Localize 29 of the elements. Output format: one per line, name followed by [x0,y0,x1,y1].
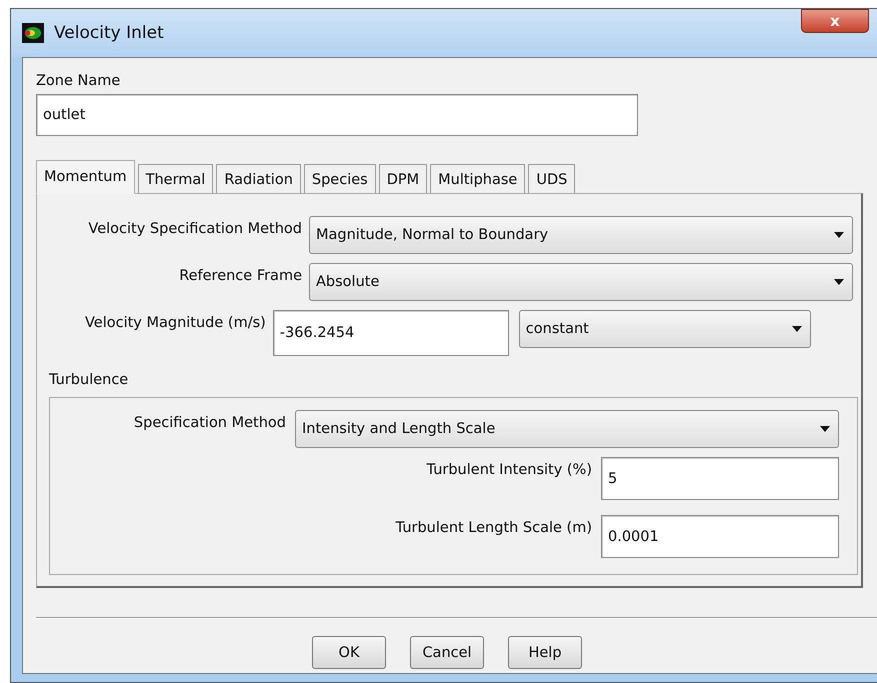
field-label: Reference Frame [179,268,302,284]
field-label: Velocity Magnitude (m/s) [85,315,266,331]
field-label: Velocity Specification Method [88,221,302,237]
dropdown[interactable]: Magnitude, Normal to Boundary [309,216,853,254]
dialog-button[interactable]: Cancel [410,636,484,669]
dialog-button[interactable]: Help [508,636,582,669]
tab[interactable]: Momentum [36,160,135,194]
field-label: Turbulent Length Scale (m) [396,520,592,536]
tab[interactable]: UDS [528,164,576,193]
tab[interactable]: Multiphase [430,164,526,193]
tab[interactable]: DPM [378,164,428,193]
group-title: Turbulence [49,371,130,389]
velocity-input[interactable]: -366.2454 [272,310,509,356]
zone-name-field[interactable]: outlet [36,94,638,136]
app-icon [22,23,44,43]
close-button[interactable]: x [801,9,869,33]
field-label: Specification Method [134,415,286,431]
dropdown[interactable]: Absolute [309,263,853,301]
tab[interactable]: Thermal [138,164,214,193]
dialog-button[interactable]: OK [312,636,386,669]
tab[interactable]: Species [304,164,376,193]
number-input[interactable]: 5 [601,457,839,500]
zone-name-label: Zone Name [36,72,120,90]
tab[interactable]: Radiation [216,164,301,193]
dropdown[interactable]: Intensity and Length Scale [295,410,839,448]
dropdown[interactable]: constant [518,310,811,348]
window-title: Velocity Inlet [54,23,164,43]
number-input[interactable]: 0.0001 [601,515,839,558]
field-label: Turbulent Intensity (%) [426,462,592,478]
